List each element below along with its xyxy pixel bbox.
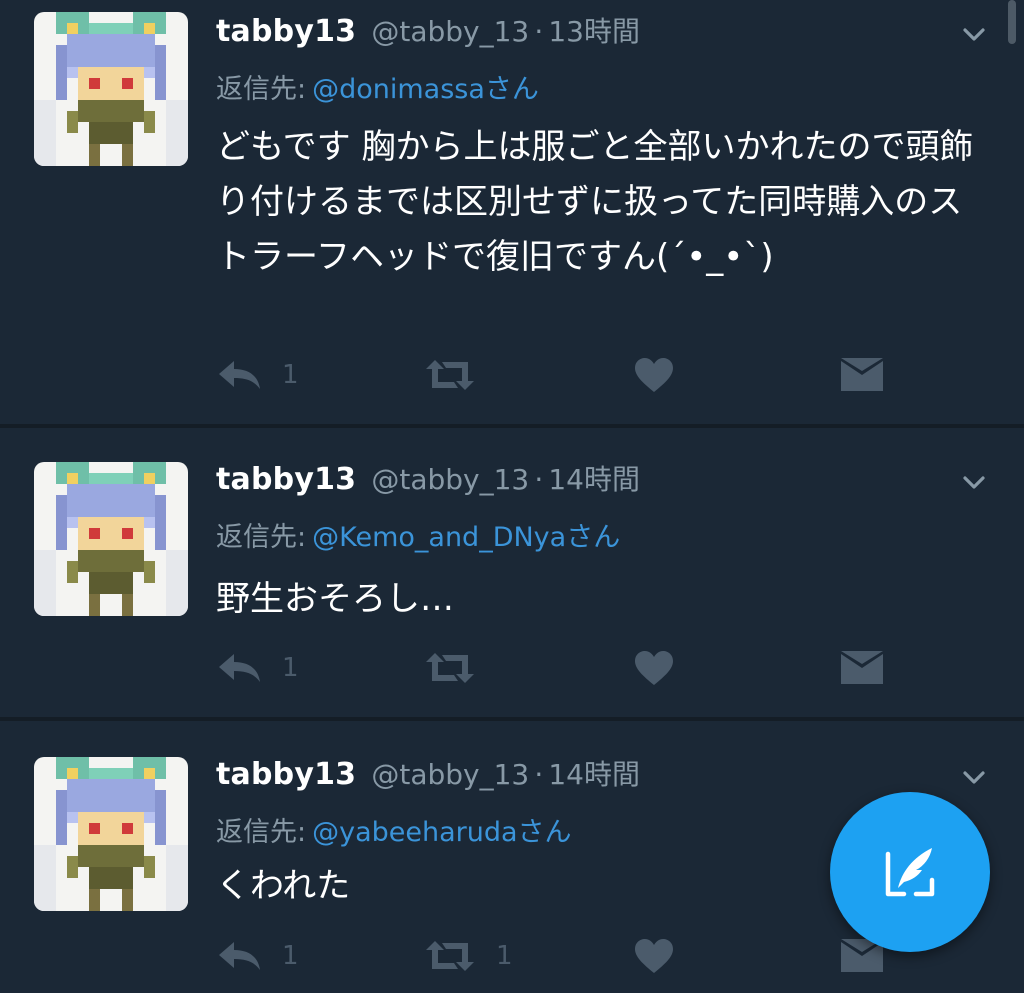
timestamp[interactable]: 14時間 <box>548 758 640 791</box>
reply-icon <box>219 942 260 970</box>
avatar[interactable] <box>34 12 188 166</box>
reply-context: 返信先: @donimassaさん <box>216 70 539 110</box>
avatar[interactable] <box>34 757 188 911</box>
reply-button[interactable]: 1 <box>216 350 299 400</box>
reply-to-label: 返信先: <box>216 74 307 105</box>
direct-message-icon <box>841 358 883 391</box>
direct-message-icon <box>841 651 883 684</box>
retweet-icon <box>426 941 474 971</box>
chevron-down-icon[interactable] <box>958 761 990 793</box>
reply-to-user-link[interactable]: @yabeeharudaさん <box>312 817 571 848</box>
retweet-button[interactable]: 1 <box>424 931 513 981</box>
direct-message-button[interactable] <box>840 350 884 400</box>
user-handle[interactable]: @tabby_13 <box>371 463 529 496</box>
tweet-text: 野生おそろし… <box>216 579 454 619</box>
avatar[interactable] <box>34 462 188 616</box>
tweet[interactable]: tabby13 @tabby_13 · 14時間 返信先: @Kemo_and_D… <box>0 428 1024 717</box>
tweet-header: tabby13 @tabby_13 · 13時間 <box>216 10 640 54</box>
reply-context: 返信先: @Kemo_and_DNyaさん <box>216 518 620 558</box>
avatar-pixel-art <box>34 12 188 166</box>
display-name[interactable]: tabby13 <box>216 14 356 49</box>
tweet-actions: 1 <box>216 643 896 693</box>
reply-to-user-link[interactable]: @donimassaさん <box>312 74 539 105</box>
reply-icon <box>219 361 260 389</box>
avatar-pixel-art <box>34 757 188 911</box>
like-icon <box>635 939 673 973</box>
retweet-icon <box>426 360 474 390</box>
reply-count: 1 <box>282 653 299 683</box>
retweet-count: 1 <box>496 941 513 971</box>
user-handle[interactable]: @tabby_13 <box>371 758 529 791</box>
chevron-down-icon[interactable] <box>958 18 990 50</box>
like-icon <box>635 358 673 392</box>
retweet-button[interactable] <box>424 350 496 400</box>
chevron-down-icon[interactable] <box>958 466 990 498</box>
reply-to-user-link[interactable]: @Kemo_and_DNyaさん <box>312 522 620 553</box>
tweet-header: tabby13 @tabby_13 · 14時間 <box>216 753 640 797</box>
compose-tweet-button[interactable] <box>830 792 990 952</box>
tweet-header: tabby13 @tabby_13 · 14時間 <box>216 458 640 502</box>
avatar-pixel-art <box>34 462 188 616</box>
tweet-actions: 1 <box>216 350 896 400</box>
retweet-icon <box>426 653 474 683</box>
separator: · <box>534 758 544 791</box>
reply-context: 返信先: @yabeeharudaさん <box>216 813 572 853</box>
timestamp[interactable]: 13時間 <box>548 15 640 48</box>
like-icon <box>635 651 673 685</box>
scrollbar[interactable] <box>1008 0 1016 44</box>
reply-button[interactable]: 1 <box>216 643 299 693</box>
like-button[interactable] <box>634 350 674 400</box>
tweet[interactable]: tabby13 @tabby_13 · 13時間 返信先: @donimassaさ… <box>0 0 1024 424</box>
like-button[interactable] <box>634 643 674 693</box>
reply-icon <box>219 654 260 682</box>
reply-button[interactable]: 1 <box>216 931 299 981</box>
reply-to-label: 返信先: <box>216 522 307 553</box>
retweet-button[interactable] <box>424 643 496 693</box>
tweet-text: どもです 胸から上は服ごと全部いかれたので頭飾り付けるまでは区別せずに扱ってた同… <box>216 127 974 277</box>
separator: · <box>534 463 544 496</box>
timestamp[interactable]: 14時間 <box>548 463 640 496</box>
timeline: tabby13 @tabby_13 · 13時間 返信先: @donimassaさ… <box>0 0 1024 993</box>
reply-count: 1 <box>282 360 299 390</box>
tweet-actions: 1 1 <box>216 931 896 981</box>
separator: · <box>534 15 544 48</box>
reply-count: 1 <box>282 941 299 971</box>
display-name[interactable]: tabby13 <box>216 757 356 792</box>
like-button[interactable] <box>634 931 674 981</box>
reply-to-label: 返信先: <box>216 817 307 848</box>
display-name[interactable]: tabby13 <box>216 462 356 497</box>
compose-tweet-icon <box>885 848 935 897</box>
direct-message-button[interactable] <box>840 643 884 693</box>
user-handle[interactable]: @tabby_13 <box>371 15 529 48</box>
